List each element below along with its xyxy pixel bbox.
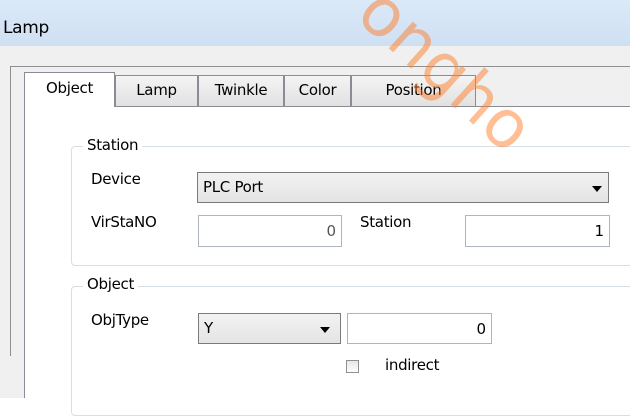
object-group — [71, 286, 630, 416]
indirect-checkbox[interactable] — [346, 360, 359, 373]
tab-object[interactable]: Object — [24, 72, 115, 107]
virstano-input[interactable]: 0 — [198, 215, 342, 247]
device-label: Device — [91, 170, 141, 188]
tab-object-label: Object — [45, 79, 94, 97]
station-value: 1 — [594, 222, 604, 240]
tab-color[interactable]: Color — [284, 75, 351, 106]
objtype-select-value: Y — [204, 319, 213, 337]
chevron-down-icon — [320, 327, 330, 333]
station-label: Station — [360, 213, 412, 231]
chevron-down-icon — [592, 186, 602, 192]
object-group-title: Object — [83, 275, 139, 293]
object-address-input[interactable]: 0 — [347, 313, 492, 344]
tab-color-label: Color — [298, 81, 337, 99]
objtype-label: ObjType — [91, 311, 149, 329]
tab-lamp-label: Lamp — [136, 81, 177, 99]
indirect-label: indirect — [385, 356, 440, 374]
object-address-value: 0 — [476, 320, 486, 338]
tab-position[interactable]: Position — [351, 75, 476, 106]
tab-lamp[interactable]: Lamp — [115, 75, 198, 106]
tab-twinkle-label: Twinkle — [214, 81, 268, 99]
tab-position-label: Position — [385, 81, 442, 99]
tab-frame-border-top — [10, 66, 630, 67]
device-select[interactable]: PLC Port — [197, 172, 609, 203]
window-title: Lamp — [3, 18, 50, 38]
device-select-value: PLC Port — [203, 178, 263, 196]
station-group-title: Station — [83, 136, 143, 154]
title-bar: Lamp — [0, 0, 630, 46]
tab-twinkle[interactable]: Twinkle — [198, 75, 284, 106]
virstano-value: 0 — [326, 222, 336, 240]
station-group — [71, 146, 630, 266]
tab-frame-border-left — [10, 66, 11, 356]
virstano-label: VirStaNO — [91, 213, 157, 231]
objtype-select[interactable]: Y — [198, 313, 341, 344]
station-input[interactable]: 1 — [465, 215, 610, 247]
